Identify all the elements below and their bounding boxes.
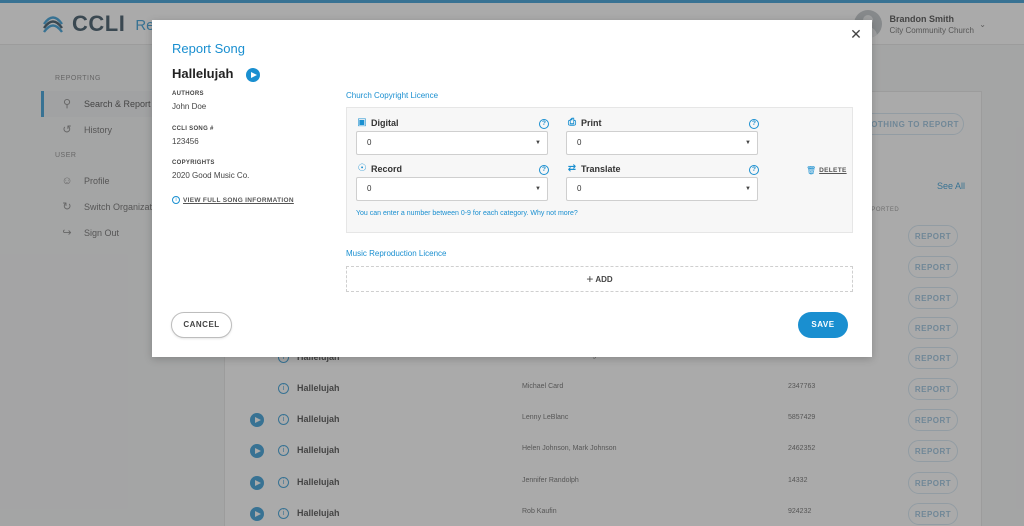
trash-icon: 🗑 bbox=[806, 166, 817, 175]
dropdown-arrow-icon: ▼ bbox=[535, 140, 541, 146]
translate-arrows-icon: ⇄ bbox=[567, 163, 577, 174]
record-help-icon[interactable]: ? bbox=[539, 165, 549, 175]
print-label-text: Print bbox=[581, 118, 602, 128]
add-music-licence-button[interactable]: + ADD bbox=[346, 266, 853, 292]
info-icon: i bbox=[172, 196, 180, 204]
delete-licence-link[interactable]: 🗑 DELETE bbox=[806, 166, 847, 175]
cancel-button[interactable]: CANCEL bbox=[171, 312, 232, 338]
song-number-label: CCLI SONG # bbox=[172, 126, 214, 132]
song-number-value: 123456 bbox=[172, 137, 199, 146]
record-select[interactable]: 0 ▼ bbox=[356, 177, 548, 201]
copyrights-label: COPYRIGHTS bbox=[172, 160, 215, 166]
print-label: ⎙ Print bbox=[566, 117, 602, 129]
record-select-value: 0 bbox=[367, 184, 372, 193]
dropdown-arrow-icon: ▼ bbox=[745, 140, 751, 146]
digital-help-icon[interactable]: ? bbox=[539, 119, 549, 129]
save-button[interactable]: SAVE bbox=[798, 312, 848, 338]
printer-icon: ⎙ bbox=[568, 117, 576, 128]
song-title: Hallelujah bbox=[172, 66, 234, 81]
plus-icon: + bbox=[586, 272, 594, 286]
copyrights-value: 2020 Good Music Co. bbox=[172, 171, 250, 180]
digital-label: ▣ Digital bbox=[356, 117, 399, 129]
church-licence-title: Church Copyright Licence bbox=[346, 91, 439, 100]
view-full-song-info-link[interactable]: i VIEW FULL SONG INFORMATION bbox=[172, 196, 294, 204]
translate-select-value: 0 bbox=[577, 184, 582, 193]
digital-label-text: Digital bbox=[371, 118, 399, 128]
print-select-value: 0 bbox=[577, 138, 582, 147]
play-icon[interactable] bbox=[246, 68, 260, 82]
close-icon[interactable]: ✕ bbox=[848, 26, 864, 42]
record-label-text: Record bbox=[371, 164, 403, 174]
print-help-icon[interactable]: ? bbox=[749, 119, 759, 129]
music-licence-title: Music Reproduction Licence bbox=[346, 249, 447, 258]
print-select[interactable]: 0 ▼ bbox=[566, 131, 758, 155]
modal-title: Report Song bbox=[172, 41, 245, 56]
authors-label: AUTHORS bbox=[172, 91, 204, 97]
microphone-icon: ☉ bbox=[357, 163, 367, 174]
add-label: ADD bbox=[595, 274, 613, 284]
monitor-icon: ▣ bbox=[357, 117, 367, 128]
translate-select[interactable]: 0 ▼ bbox=[566, 177, 758, 201]
dropdown-arrow-icon: ▼ bbox=[535, 186, 541, 192]
digital-select-value: 0 bbox=[367, 138, 372, 147]
translate-label: ⇄ Translate bbox=[566, 163, 621, 175]
authors-value: John Doe bbox=[172, 102, 207, 111]
view-full-song-info-label: VIEW FULL SONG INFORMATION bbox=[183, 196, 294, 204]
translate-label-text: Translate bbox=[581, 164, 621, 174]
dropdown-arrow-icon: ▼ bbox=[745, 186, 751, 192]
translate-help-icon[interactable]: ? bbox=[749, 165, 759, 175]
digital-select[interactable]: 0 ▼ bbox=[356, 131, 548, 155]
licence-hint-text[interactable]: You can enter a number between 0-9 for e… bbox=[356, 210, 578, 217]
record-label: ☉ Record bbox=[356, 163, 403, 175]
report-song-modal: ✕ Report Song Hallelujah AUTHORS John Do… bbox=[152, 20, 872, 357]
delete-label: DELETE bbox=[819, 167, 847, 174]
